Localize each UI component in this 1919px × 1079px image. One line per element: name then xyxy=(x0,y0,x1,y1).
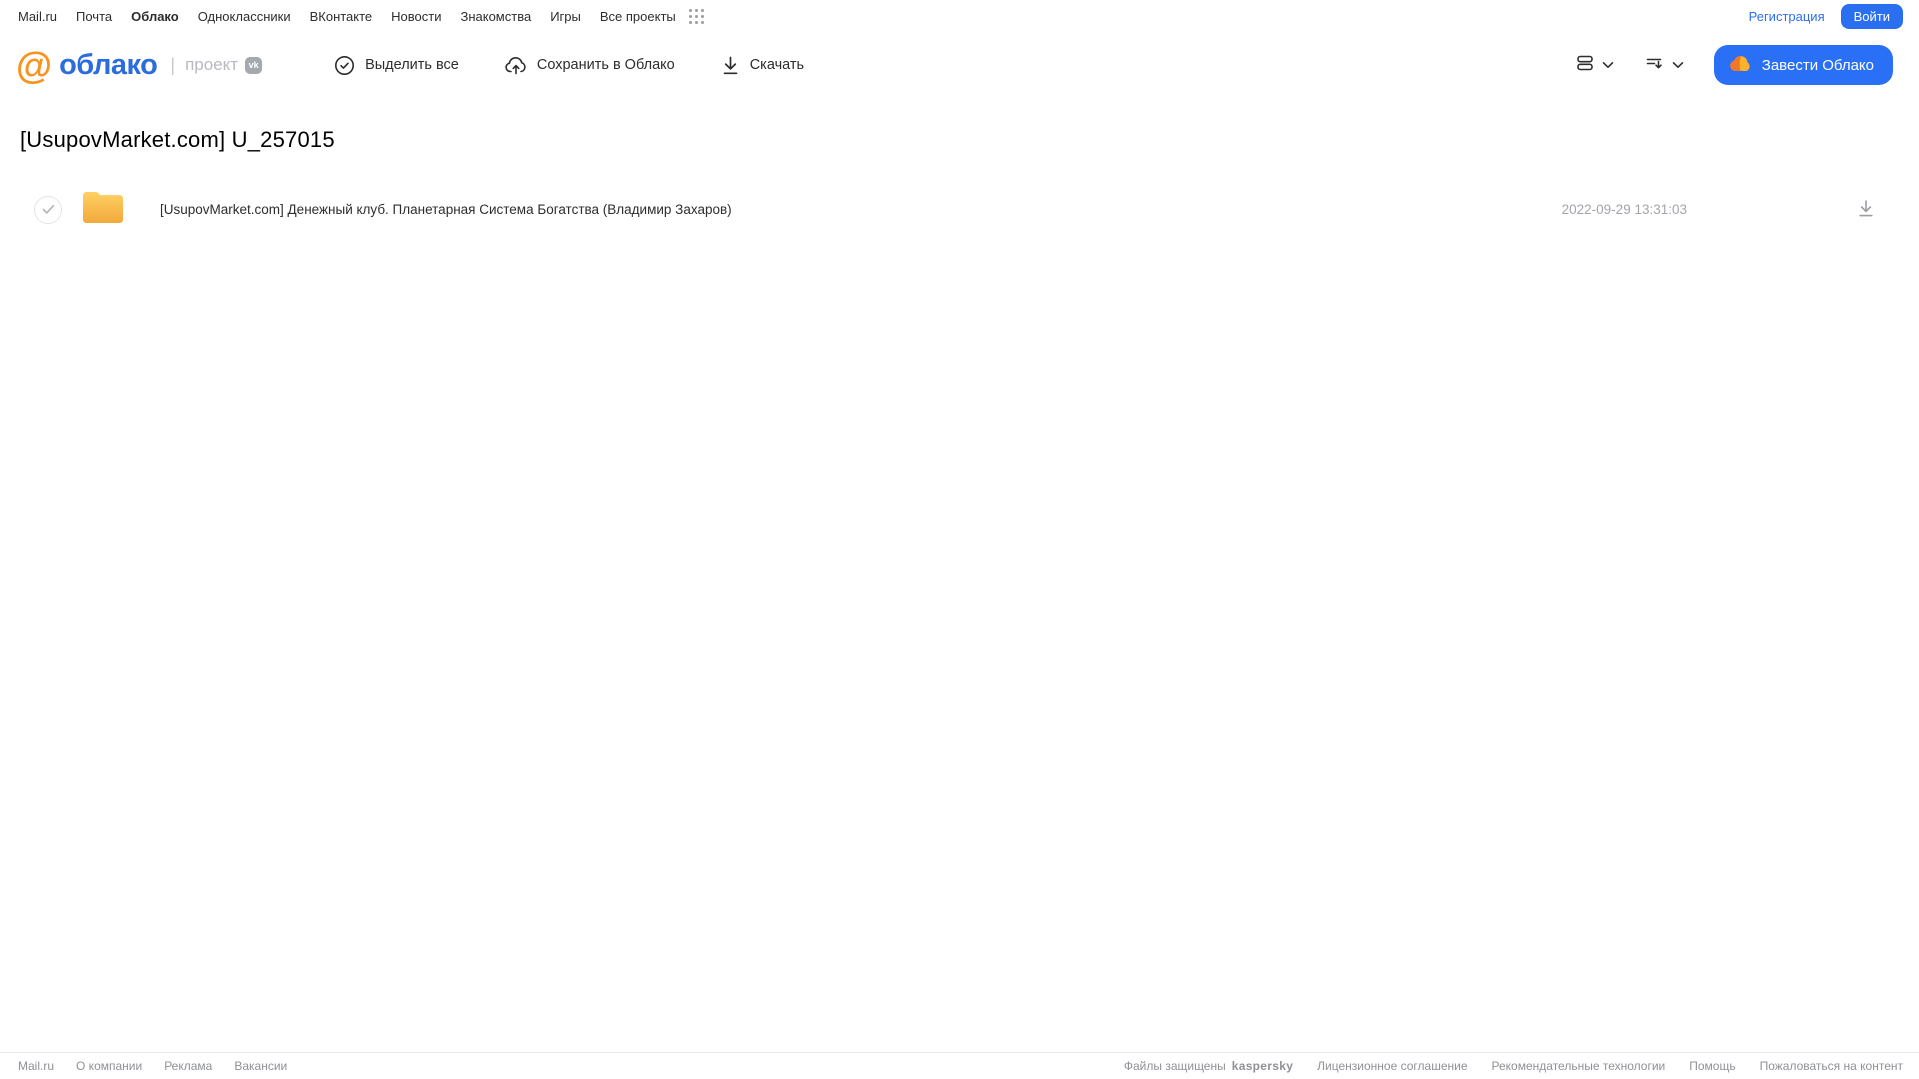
footer-about-link[interactable]: О компании xyxy=(76,1059,142,1073)
chevron-down-icon xyxy=(1602,56,1614,74)
footer-recsys-link[interactable]: Рекомендательные технологии xyxy=(1492,1059,1666,1073)
sort-desc-icon xyxy=(1644,53,1665,78)
page-title: [UsupovMarket.com] U_257015 xyxy=(20,127,335,152)
protected-label: Файлы защищены xyxy=(1123,1059,1226,1073)
check-circle-icon xyxy=(334,55,355,76)
select-all-button[interactable]: Выделить все xyxy=(334,55,459,76)
save-to-cloud-button[interactable]: Сохранить в Облако xyxy=(505,55,675,76)
page-footer: Mail.ru О компании Реклама Вакансии Файл… xyxy=(0,1052,1919,1079)
vk-badge-icon: vk xyxy=(245,56,263,74)
check-icon xyxy=(42,204,54,214)
view-mode-dropdown[interactable] xyxy=(1575,53,1614,78)
create-cloud-button[interactable]: Завести Облако xyxy=(1713,45,1893,85)
row-checkbox[interactable] xyxy=(34,195,62,224)
footer-license-link[interactable]: Лицензионное соглашение xyxy=(1317,1059,1467,1073)
download-icon xyxy=(721,55,740,76)
apps-grid-icon[interactable] xyxy=(688,8,705,25)
cloud-logo[interactable]: @ облако | проект vk xyxy=(16,44,263,86)
nav-novosti[interactable]: Новости xyxy=(391,9,441,24)
auth-area: Регистрация Войти xyxy=(1749,4,1903,29)
download-button[interactable]: Скачать xyxy=(721,55,804,76)
project-label: проект xyxy=(185,55,239,74)
chevron-down-icon xyxy=(1672,56,1684,74)
kaspersky-protection: Файлы защищены kaspersky xyxy=(1124,1059,1293,1073)
file-date: 2022-09-29 13:31:03 xyxy=(1561,202,1687,217)
sort-dropdown[interactable] xyxy=(1644,53,1684,78)
shared-folder-page: [UsupovMarket.com] U_257015 [UsupovMarke… xyxy=(0,127,1919,236)
folder-icon xyxy=(79,187,127,232)
create-cloud-label: Завести Облако xyxy=(1761,56,1874,74)
download-label: Скачать xyxy=(749,57,805,73)
cloud-upload-icon xyxy=(505,55,527,76)
footer-right-links: Файлы защищены kaspersky Лицензионное со… xyxy=(1124,1059,1903,1073)
nav-vkontakte[interactable]: ВКонтакте xyxy=(310,9,373,24)
footer-report-link[interactable]: Пожаловаться на контент xyxy=(1760,1059,1903,1073)
nav-vse-proekty[interactable]: Все проекты xyxy=(600,9,676,24)
cloud-header: @ облако | проект vk Выделить все Сохран… xyxy=(0,33,1919,97)
footer-left-links: Mail.ru О компании Реклама Вакансии xyxy=(18,1059,287,1073)
logo-divider: | xyxy=(170,54,176,75)
footer-mailru-link[interactable]: Mail.ru xyxy=(18,1059,54,1073)
nav-pochta[interactable]: Почта xyxy=(76,9,112,24)
footer-ads-link[interactable]: Реклама xyxy=(164,1059,212,1073)
logo-text: облако xyxy=(59,48,158,81)
nav-igry[interactable]: Игры xyxy=(550,9,581,24)
portal-nav-links: Mail.ru Почта Облако Одноклассники ВКонт… xyxy=(18,8,705,25)
save-to-cloud-label: Сохранить в Облако xyxy=(536,57,675,73)
footer-help-link[interactable]: Помощь xyxy=(1689,1059,1735,1073)
row-download-button[interactable] xyxy=(1855,197,1877,223)
file-row[interactable]: [UsupovMarket.com] Денежный клуб. Планет… xyxy=(20,183,1899,236)
nav-mailru[interactable]: Mail.ru xyxy=(18,9,57,24)
nav-znakomstva[interactable]: Знакомства xyxy=(460,9,531,24)
login-button[interactable]: Войти xyxy=(1840,4,1903,29)
mailru-at-icon: @ xyxy=(16,44,53,86)
select-all-label: Выделить все xyxy=(365,57,459,73)
view-rows-icon xyxy=(1575,53,1595,78)
nav-oblako[interactable]: Облако xyxy=(131,9,179,24)
file-toolbar: Выделить все Сохранить в Облако Скачать xyxy=(334,55,804,76)
cloud-icon xyxy=(1729,55,1752,76)
registration-link[interactable]: Регистрация xyxy=(1749,9,1825,24)
download-icon xyxy=(1859,199,1873,216)
nav-odnoklassniki[interactable]: Одноклассники xyxy=(198,9,291,24)
footer-jobs-link[interactable]: Вакансии xyxy=(234,1059,287,1073)
header-right-controls: Завести Облако xyxy=(1575,45,1893,85)
kaspersky-logo[interactable]: kaspersky xyxy=(1232,1059,1293,1073)
file-name[interactable]: [UsupovMarket.com] Денежный клуб. Планет… xyxy=(160,202,732,217)
portal-topbar: Mail.ru Почта Облако Одноклассники ВКонт… xyxy=(0,0,1919,33)
